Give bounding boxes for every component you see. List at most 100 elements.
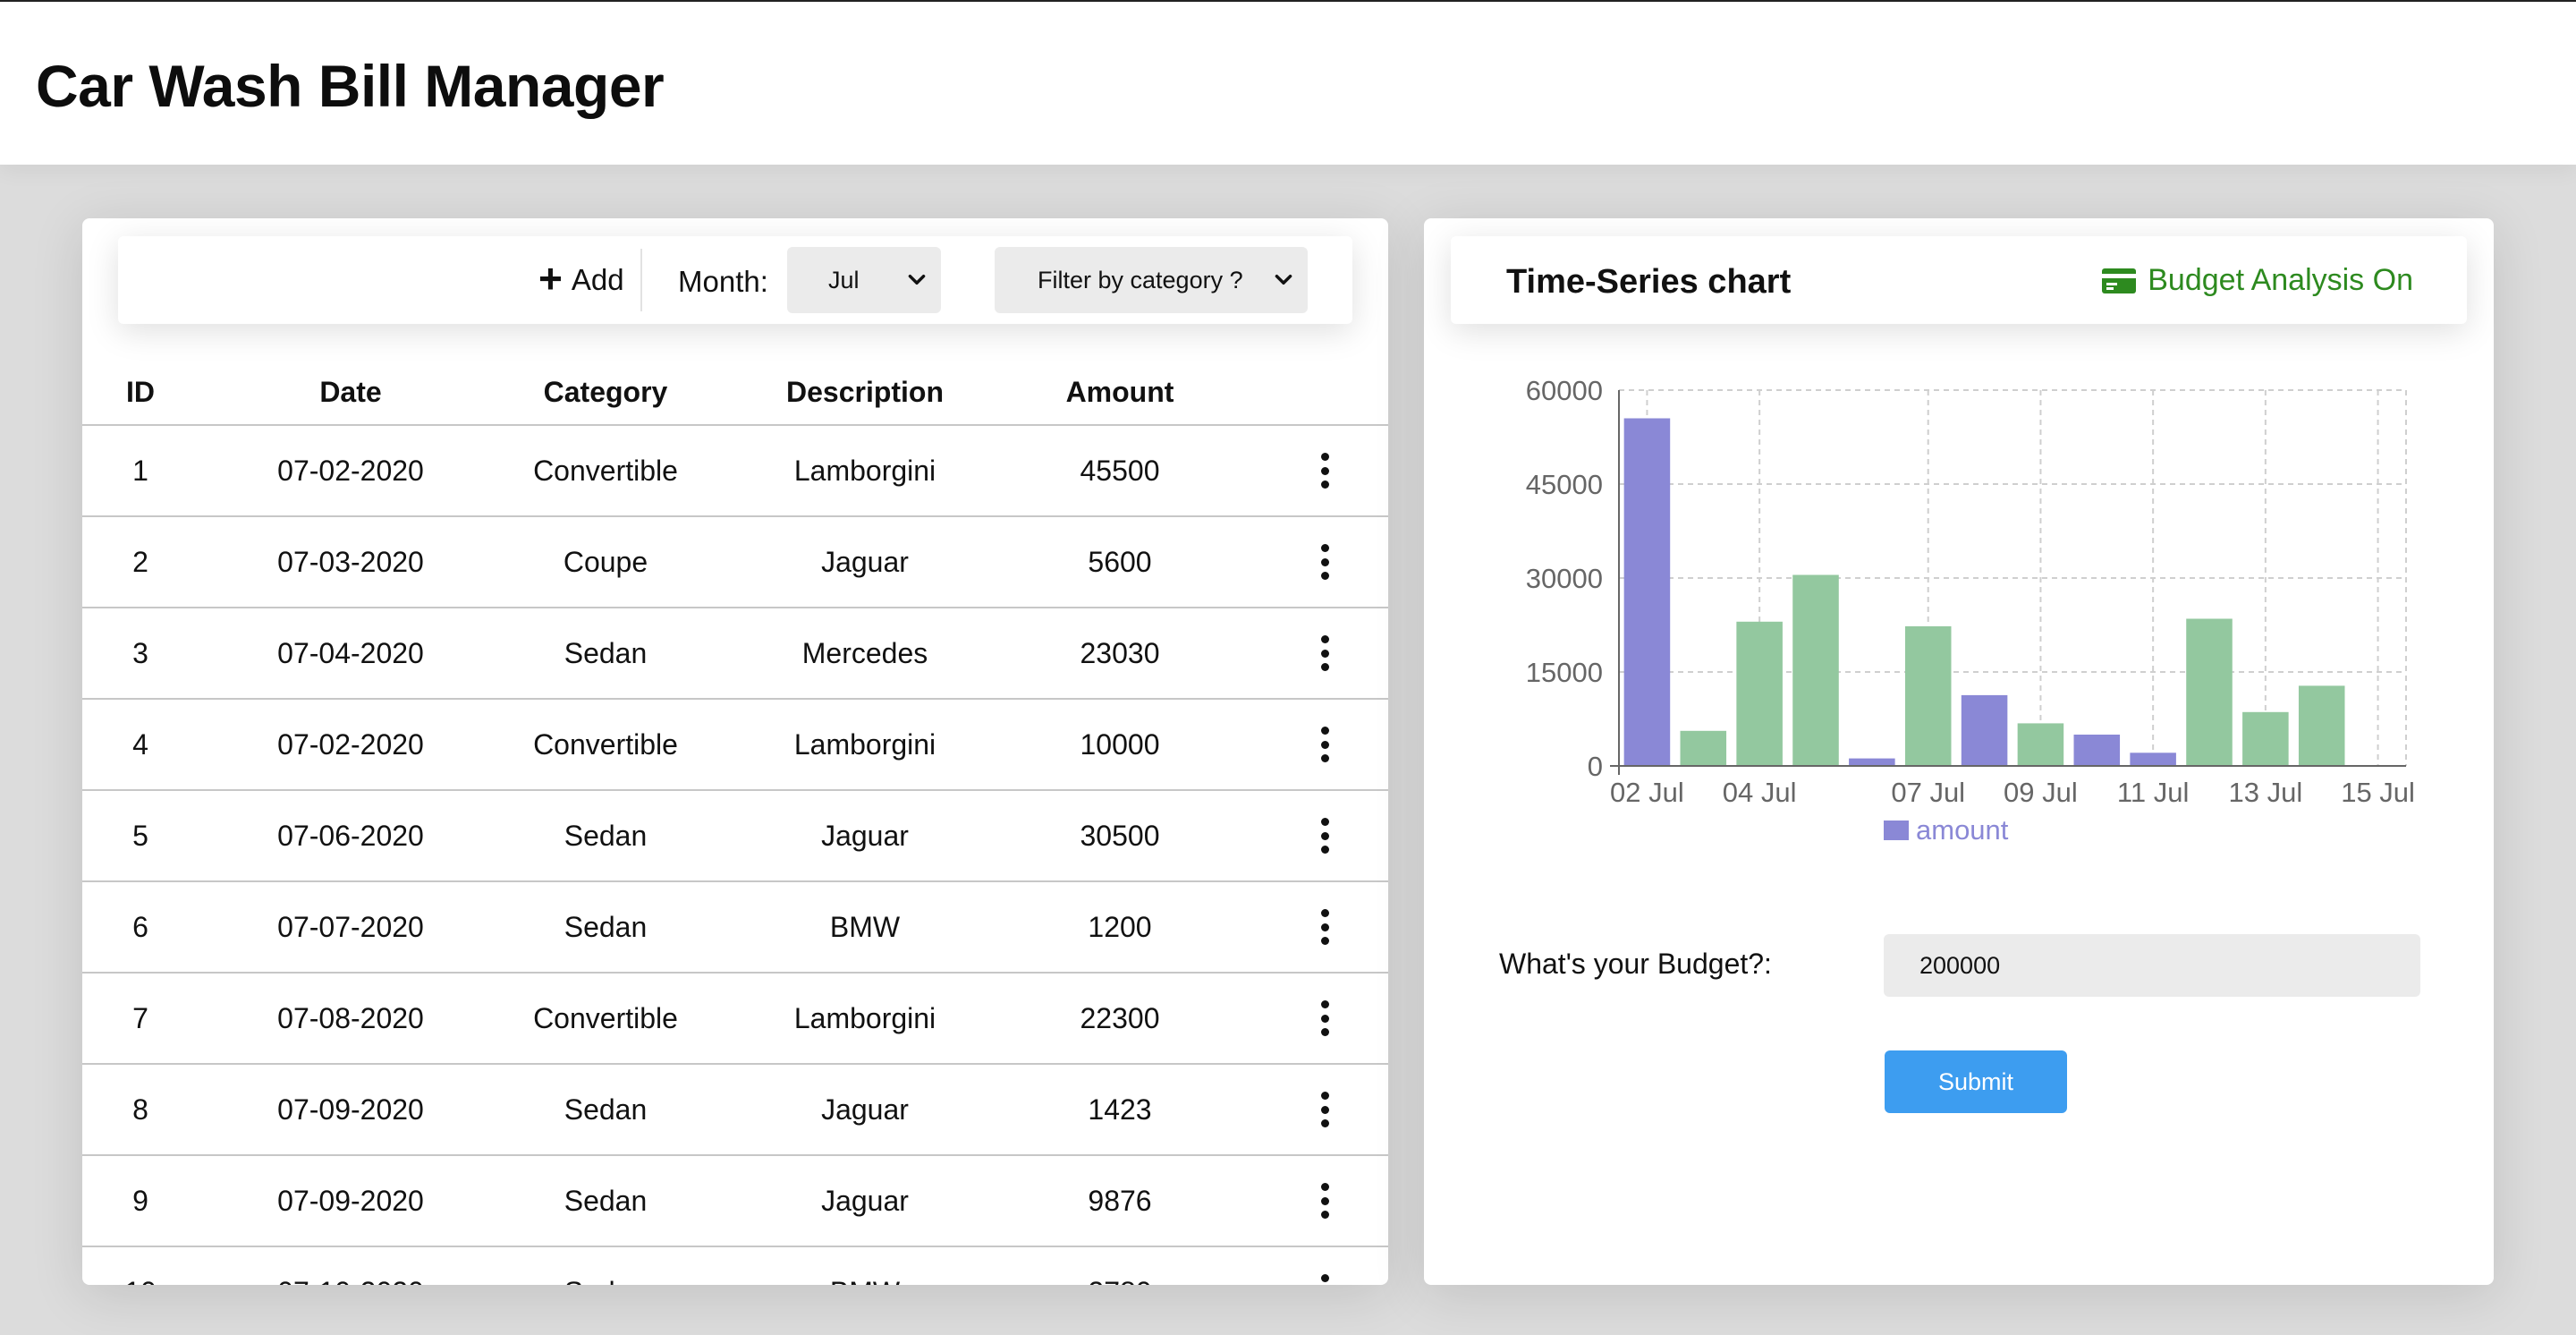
table-row[interactable]: 8 07-09-2020 Sedan Jaguar 1423 (82, 1065, 1388, 1156)
cell-amount: 30500 (1080, 820, 1160, 852)
row-menu-icon[interactable] (1311, 909, 1338, 945)
x-tick-label: 07 Jul (1891, 777, 1965, 808)
bar-10-jul (2073, 735, 2121, 766)
table-row[interactable]: 7 07-08-2020 Convertible Lamborgini 22300 (82, 974, 1388, 1065)
x-tick-label: 04 Jul (1723, 777, 1797, 808)
table-row[interactable]: 2 07-03-2020 Coupe Jaguar 5600 (82, 517, 1388, 608)
chevron-down-icon (1275, 274, 1292, 285)
cell-category: Sedan (564, 820, 648, 852)
cell-id: 10 (100, 1247, 181, 1285)
cell-date: 07-06-2020 (277, 820, 424, 852)
cell-amount: 1200 (1088, 911, 1152, 943)
chart-header: Time-Series chart Budget Analysis On (1451, 236, 2467, 324)
row-menu-icon[interactable] (1311, 1000, 1338, 1036)
cell-description: BMW (829, 911, 901, 943)
cell-date: 07-09-2020 (277, 1093, 424, 1126)
time-series-bar-chart: 0 15000 30000 45000 60000 02 Jul 04 Jul 07 Jul 0… (1526, 375, 2415, 846)
submit-button[interactable]: Submit (1885, 1050, 2067, 1113)
bar-04-jul (1736, 621, 1783, 766)
budget-input[interactable] (1884, 934, 2420, 997)
bar-02-jul (1623, 418, 1671, 766)
y-tick-label: 60000 (1526, 375, 1603, 406)
category-filter-select[interactable]: Filter by category ? (995, 247, 1308, 313)
cell-category: Sedan (564, 637, 648, 669)
month-select-value: Jul (828, 266, 860, 293)
cell-id: 4 (132, 728, 148, 761)
chevron-down-icon (908, 274, 926, 285)
x-tick-label: 09 Jul (2004, 777, 2078, 808)
row-menu-icon[interactable] (1311, 1274, 1338, 1285)
cell-date: 07-10-2020 (252, 1247, 449, 1285)
bar-09-jul (2017, 723, 2064, 766)
x-tick-label: 13 Jul (2228, 777, 2302, 808)
cell-description: Mercedes (801, 637, 928, 669)
row-menu-icon[interactable] (1311, 635, 1338, 671)
cell-id: 5 (132, 820, 148, 852)
x-tick-label: 15 Jul (2341, 777, 2415, 808)
category-select-value: Filter by category ? (1038, 266, 1243, 293)
cell-date: 07-03-2020 (277, 546, 424, 578)
table-row[interactable]: 1 07-02-2020 Convertible Lamborgini 45500 (82, 426, 1388, 517)
row-menu-icon[interactable] (1311, 727, 1338, 762)
month-select[interactable]: Jul (787, 247, 941, 313)
bar-03-jul (1680, 730, 1727, 766)
bar-12-jul (2186, 618, 2233, 766)
cell-amount: 9876 (1088, 1185, 1152, 1217)
y-tick-label: 30000 (1526, 563, 1603, 594)
table-row[interactable]: 6 07-07-2020 Sedan BMW 1200 (82, 882, 1388, 974)
cell-id: 2 (132, 546, 148, 578)
table-toolbar: + Add Month: Jul Filter by category ? (118, 236, 1352, 324)
table-row[interactable]: 9 07-09-2020 Sedan Jaguar 9876 (82, 1156, 1388, 1247)
add-button[interactable]: + Add (538, 256, 624, 304)
cell-date: 07-02-2020 (277, 455, 424, 487)
bar-06-jul (1849, 758, 1895, 766)
cell-description: Jaguar (821, 820, 909, 852)
toolbar-divider (640, 249, 642, 311)
cell-date: 07-09-2020 (277, 1185, 424, 1217)
y-tick-label: 0 (1588, 751, 1603, 782)
table-body: 1 07-02-2020 Convertible Lamborgini 45500 2 07… (82, 426, 1388, 1285)
table-row[interactable]: 10 07-10-2020 Sedan BMW 2780 (82, 1247, 1388, 1285)
table-row[interactable]: 5 07-06-2020 Sedan Jaguar 30500 (82, 791, 1388, 882)
credit-card-icon (2102, 268, 2137, 293)
column-header-description[interactable]: Description (762, 358, 968, 426)
x-tick-label: 11 Jul (2117, 777, 2189, 808)
cell-description: Lamborgini (793, 455, 936, 487)
cell-id: 9 (132, 1185, 148, 1217)
cell-category: Sedan (564, 1185, 648, 1217)
column-header-category[interactable]: Category (503, 358, 708, 426)
row-menu-icon[interactable] (1311, 453, 1338, 489)
cell-id: 1 (132, 455, 148, 487)
cell-category: Convertible (533, 1002, 678, 1034)
cell-date: 07-04-2020 (277, 637, 424, 669)
row-menu-icon[interactable] (1311, 1183, 1338, 1219)
cell-id: 6 (132, 911, 148, 943)
cell-description: Jaguar (821, 546, 909, 578)
cell-category: Sedan (503, 1247, 708, 1285)
plus-icon: + (538, 255, 563, 302)
budget-label: What's your Budget?: (1499, 948, 1772, 980)
column-header-date[interactable]: Date (252, 358, 449, 426)
cell-category: Convertible (533, 455, 678, 487)
row-menu-icon[interactable] (1311, 818, 1338, 854)
table-row[interactable]: 3 07-04-2020 Sedan Mercedes 23030 (82, 608, 1388, 700)
bar-14-jul (2298, 685, 2345, 766)
cell-description: BMW (762, 1247, 968, 1285)
budget-analysis-toggle[interactable]: Budget Analysis On (2101, 263, 2413, 298)
chart-title: Time-Series chart (1506, 263, 1792, 301)
y-tick-label: 15000 (1526, 657, 1603, 688)
row-menu-icon[interactable] (1311, 1092, 1338, 1127)
cell-category: Sedan (564, 911, 648, 943)
budget-analysis-label: Budget Analysis On (2148, 263, 2413, 297)
cell-amount: 2780 (1030, 1247, 1209, 1285)
table-row[interactable]: 4 07-02-2020 Convertible Lamborgini 10000 (82, 700, 1388, 791)
cell-id: 3 (132, 637, 148, 669)
row-menu-icon[interactable] (1311, 544, 1338, 580)
month-label: Month: (678, 265, 768, 298)
column-header-amount[interactable]: Amount (1030, 358, 1209, 426)
bar-11-jul (2130, 753, 2176, 766)
column-header-id[interactable]: ID (100, 358, 181, 426)
x-tick-label: 02 Jul (1610, 777, 1684, 808)
bar-13-jul (2242, 711, 2289, 766)
legend-swatch (1884, 821, 1909, 840)
